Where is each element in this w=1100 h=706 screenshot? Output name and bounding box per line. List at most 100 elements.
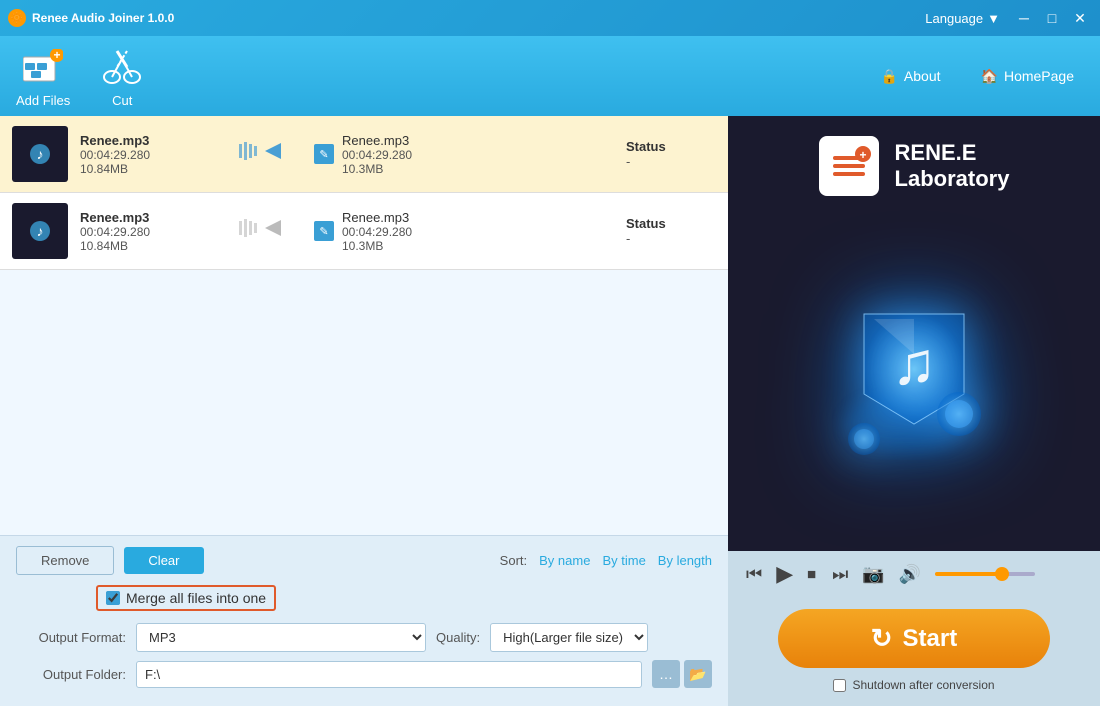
browse-folder-button[interactable]: … xyxy=(652,660,680,688)
toolbar: + Add Files Cut 🔒 About 🏠 HomePage xyxy=(0,36,1100,116)
status-label: Status xyxy=(626,216,716,231)
brand-area: + RENE.E Laboratory xyxy=(728,116,1100,216)
sort-by-time[interactable]: By time xyxy=(602,553,645,568)
app-logo-icon: 🔆 xyxy=(8,9,26,27)
file-info: Renee.mp3 00:04:29.280 10.84MB xyxy=(80,210,210,253)
status-area: Status - xyxy=(626,139,716,169)
add-files-icon: + xyxy=(21,45,65,89)
skip-back-button[interactable]: ⏮ xyxy=(744,562,764,587)
add-files-button[interactable]: + Add Files xyxy=(16,45,70,108)
titlebar: 🔆 Renee Audio Joiner 1.0.0 Language ▼ ─ … xyxy=(0,0,1100,36)
right-panel: + RENE.E Laboratory xyxy=(728,116,1100,706)
edit-icon[interactable]: ✎ xyxy=(314,221,334,241)
button-row: Remove Clear Sort: By name By time By le… xyxy=(16,546,712,575)
output-duration: 00:04:29.280 xyxy=(342,148,614,162)
clear-button[interactable]: Clear xyxy=(124,547,203,574)
maximize-button[interactable]: □ xyxy=(1040,6,1064,30)
output-name: Renee.mp3 xyxy=(342,133,614,148)
arrow-icon xyxy=(237,138,287,170)
output-folder-input[interactable] xyxy=(136,661,642,688)
start-button[interactable]: ↻ Start xyxy=(778,609,1050,668)
shutdown-checkbox[interactable] xyxy=(833,679,846,692)
bottom-controls: Remove Clear Sort: By name By time By le… xyxy=(0,535,728,706)
volume-slider[interactable] xyxy=(935,572,1035,576)
language-selector[interactable]: Language ▼ xyxy=(925,11,1000,26)
brand-name-line2: Laboratory xyxy=(895,166,1010,192)
arrow-area xyxy=(222,215,302,247)
output-info-inner: Renee.mp3 00:04:29.280 10.3MB xyxy=(342,133,614,176)
file-info: Renee.mp3 00:04:29.280 10.84MB xyxy=(80,133,210,176)
merge-label: Merge all files into one xyxy=(126,590,266,606)
homepage-button[interactable]: 🏠 HomePage xyxy=(971,62,1084,91)
output-size: 10.3MB xyxy=(342,239,614,253)
about-button[interactable]: 🔒 About xyxy=(870,62,950,91)
app-title: 🔆 Renee Audio Joiner 1.0.0 xyxy=(8,9,925,27)
output-duration: 00:04:29.280 xyxy=(342,225,614,239)
merge-checkbox-wrapper: Merge all files into one xyxy=(96,585,276,611)
homepage-icon: 🏠 xyxy=(981,68,998,85)
shutdown-row: Shutdown after conversion xyxy=(833,678,994,692)
main-container: ♪ Renee.mp3 00:04:29.280 10.84MB xyxy=(0,116,1100,706)
start-label: Start xyxy=(903,625,958,653)
brand-logo: + xyxy=(819,136,879,196)
output-format-select[interactable]: MP3 WAV AAC FLAC OGG xyxy=(136,623,426,652)
output-info-inner: Renee.mp3 00:04:29.280 10.3MB xyxy=(342,210,614,253)
file-name: Renee.mp3 xyxy=(80,133,210,148)
player-section: ⏮ ▶ ⏹ ⏭ 📷 🔊 xyxy=(728,551,1100,597)
about-label: About xyxy=(904,68,941,84)
quality-select[interactable]: High(Larger file size) Medium Low xyxy=(490,623,648,652)
open-folder-button[interactable]: 📂 xyxy=(684,660,712,688)
svg-text:♫: ♫ xyxy=(892,330,937,397)
file-duration: 00:04:29.280 xyxy=(80,225,210,239)
camera-button[interactable]: 📷 xyxy=(862,564,884,585)
output-name: Renee.mp3 xyxy=(342,210,614,225)
close-button[interactable]: ✕ xyxy=(1068,6,1092,30)
merge-row: Merge all files into one xyxy=(16,585,712,611)
shutdown-label: Shutdown after conversion xyxy=(852,678,994,692)
brand-name: RENE.E Laboratory xyxy=(895,140,1010,193)
file-size: 10.84MB xyxy=(80,162,210,176)
status-label: Status xyxy=(626,139,716,154)
table-row[interactable]: ♪ Renee.mp3 00:04:29.280 10.84MB xyxy=(0,193,728,270)
output-info: ✎ Renee.mp3 00:04:29.280 10.3MB xyxy=(314,133,614,176)
start-section: ↻ Start Shutdown after conversion xyxy=(728,597,1100,706)
music-preview-icon: ♫ xyxy=(804,284,1024,484)
arrow-icon xyxy=(237,215,287,247)
output-folder-label: Output Folder: xyxy=(16,667,126,682)
status-value: - xyxy=(626,154,716,169)
file-duration: 00:04:29.280 xyxy=(80,148,210,162)
svg-text:+: + xyxy=(54,49,61,62)
output-format-label: Output Format: xyxy=(16,630,126,645)
sort-label: Sort: xyxy=(500,553,527,568)
file-list: ♪ Renee.mp3 00:04:29.280 10.84MB xyxy=(0,116,728,535)
table-row[interactable]: ♪ Renee.mp3 00:04:29.280 10.84MB xyxy=(0,116,728,193)
stop-button[interactable]: ⏹ xyxy=(805,562,818,587)
output-info: ✎ Renee.mp3 00:04:29.280 10.3MB xyxy=(314,210,614,253)
skip-forward-button[interactable]: ⏭ xyxy=(830,562,850,587)
cut-button[interactable]: Cut xyxy=(100,45,144,108)
output-size: 10.3MB xyxy=(342,162,614,176)
svg-text:♪: ♪ xyxy=(37,223,44,239)
folder-buttons: … 📂 xyxy=(652,660,712,688)
status-value: - xyxy=(626,231,716,246)
add-files-label: Add Files xyxy=(16,93,70,108)
file-name: Renee.mp3 xyxy=(80,210,210,225)
sort-by-name[interactable]: By name xyxy=(539,553,590,568)
svg-text:♪: ♪ xyxy=(37,146,44,162)
edit-icon[interactable]: ✎ xyxy=(314,144,334,164)
language-label: Language xyxy=(925,11,983,26)
svg-text:+: + xyxy=(859,148,866,162)
output-folder-row: Output Folder: … 📂 xyxy=(16,660,712,688)
language-dropdown-icon[interactable]: ▼ xyxy=(987,11,1000,26)
play-button[interactable]: ▶ xyxy=(776,561,793,587)
remove-button[interactable]: Remove xyxy=(16,546,114,575)
preview-area: ♫ xyxy=(728,216,1100,551)
quality-label: Quality: xyxy=(436,630,480,645)
minimize-button[interactable]: ─ xyxy=(1012,6,1036,30)
merge-checkbox[interactable] xyxy=(106,591,120,605)
output-format-row: Output Format: MP3 WAV AAC FLAC OGG Qual… xyxy=(16,623,712,652)
left-panel: ♪ Renee.mp3 00:04:29.280 10.84MB xyxy=(0,116,728,706)
status-area: Status - xyxy=(626,216,716,246)
cut-label: Cut xyxy=(112,93,132,108)
sort-by-length[interactable]: By length xyxy=(658,553,712,568)
